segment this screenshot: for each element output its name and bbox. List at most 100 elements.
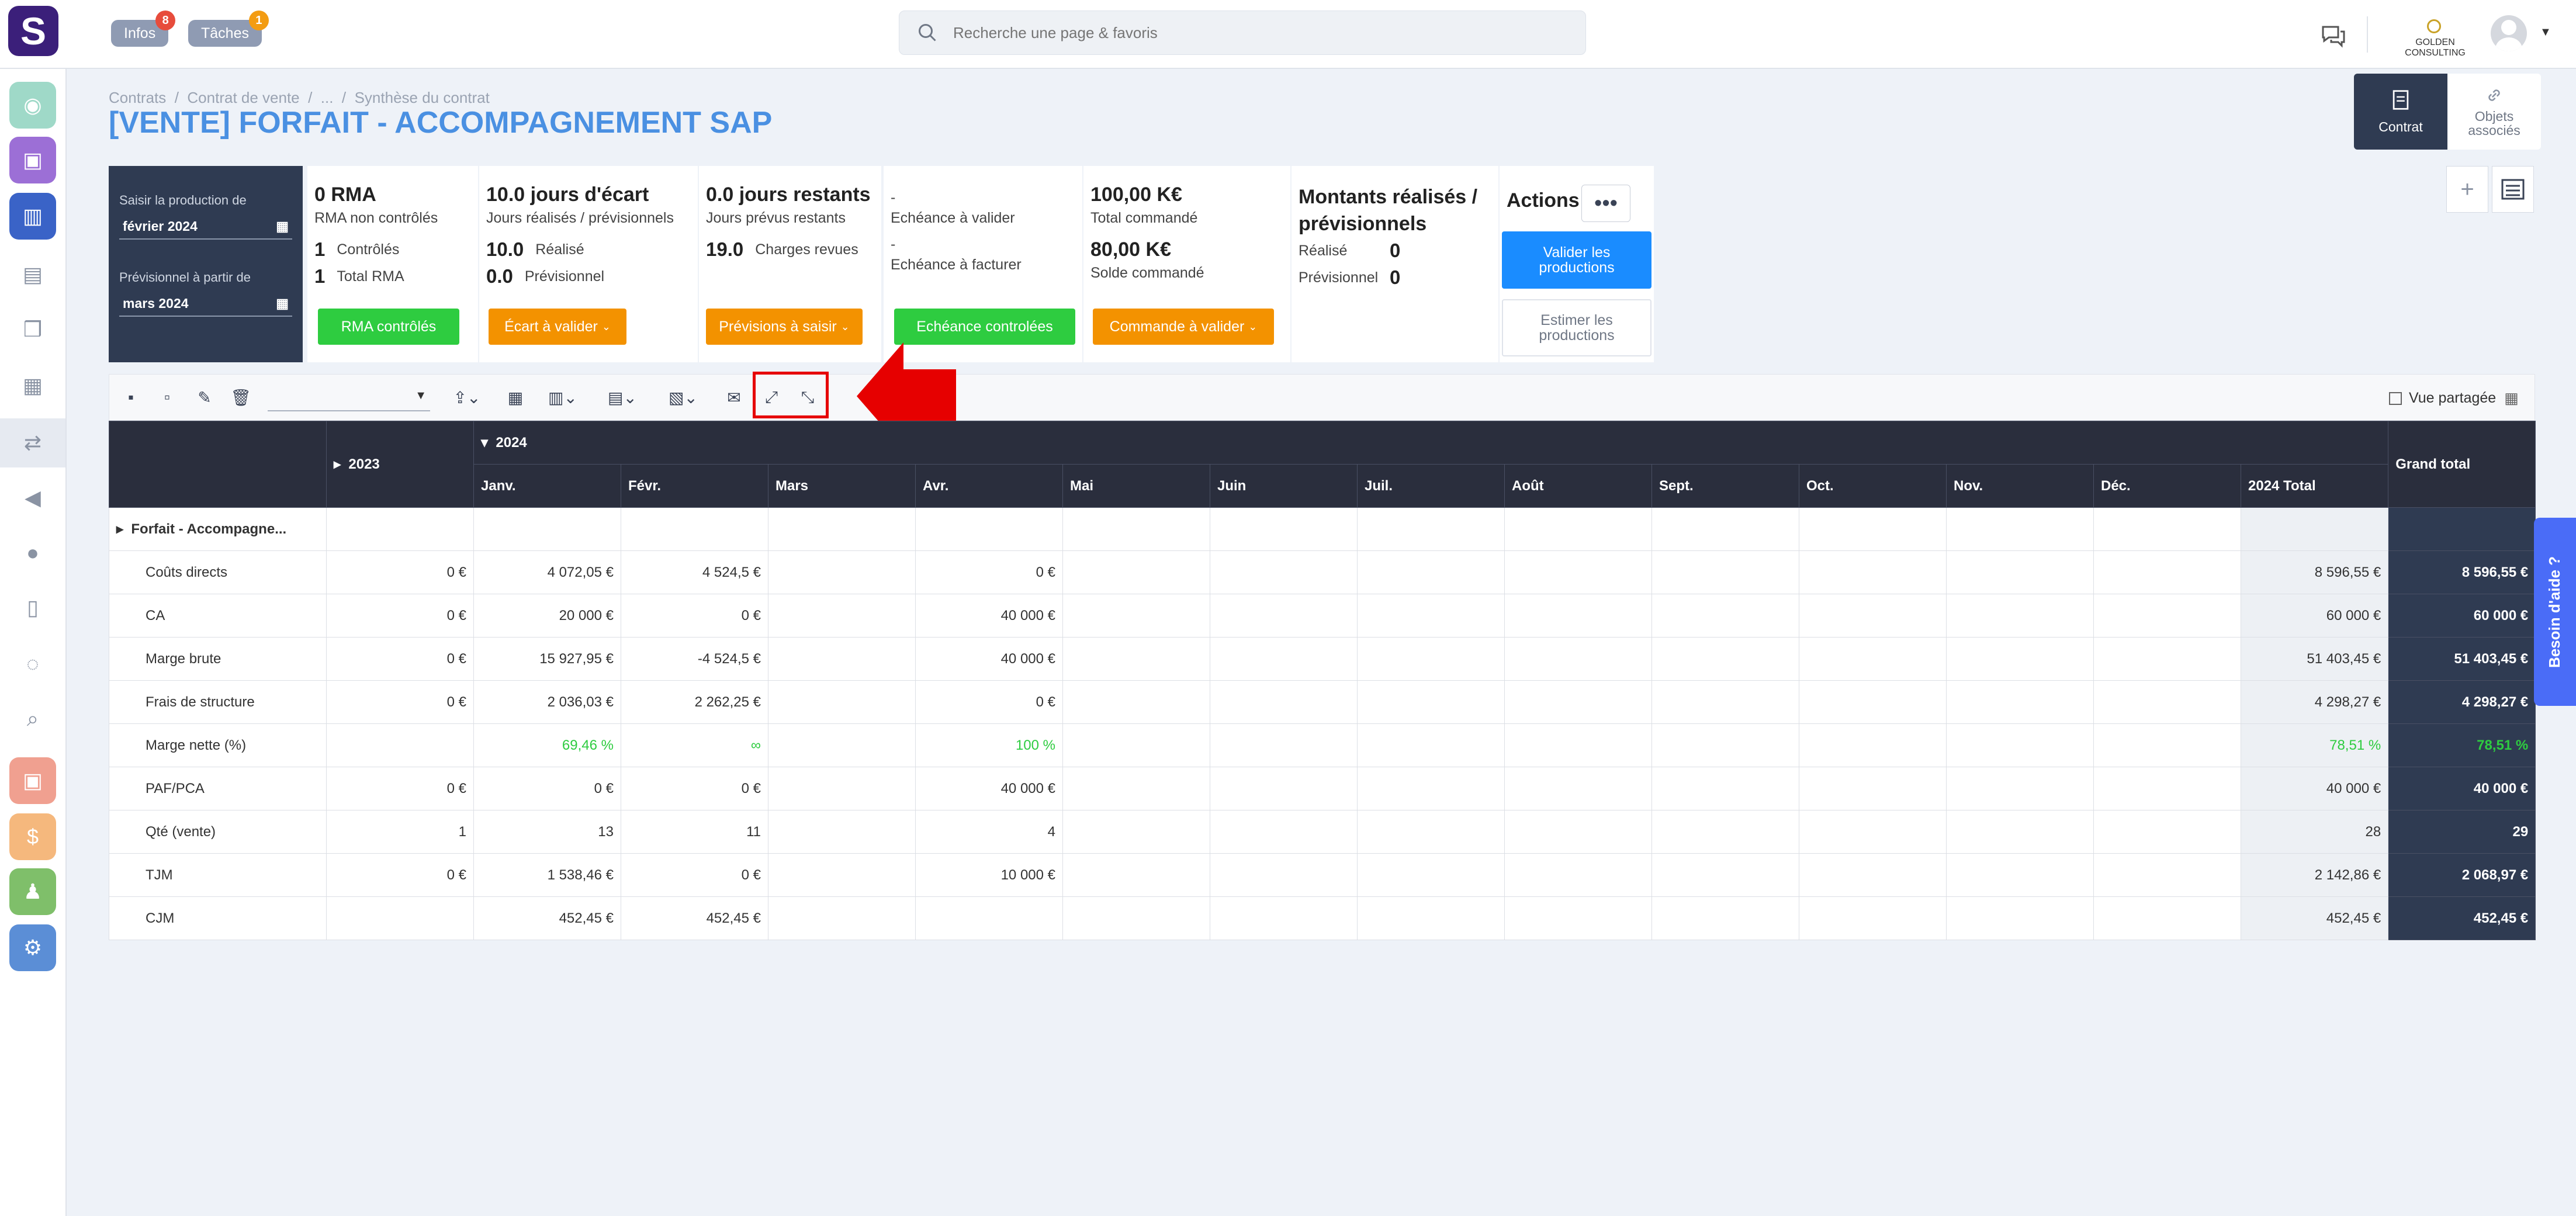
- sidebar-item-analytics[interactable]: ▦: [9, 362, 56, 409]
- ecart-card: 10.0 jours d'écart Jours réalisés / prév…: [479, 166, 698, 362]
- search-bar[interactable]: [899, 11, 1586, 55]
- table-cell: [1357, 810, 1505, 854]
- add-button[interactable]: +: [2446, 166, 2488, 213]
- total-2024-cell: 51 403,45 €: [2240, 637, 2389, 681]
- saisie-date-field[interactable]: février 2024 ▦: [119, 214, 292, 240]
- app-logo[interactable]: S: [8, 6, 58, 56]
- table-cell: [1946, 550, 2094, 594]
- table-cell: [1504, 896, 1652, 940]
- export-icon[interactable]: ⇪⌄: [446, 386, 487, 409]
- columns-icon[interactable]: ▤⌄: [602, 386, 643, 409]
- year-2023-header[interactable]: ▸ 2023: [326, 421, 474, 508]
- sidebar-item-team[interactable]: ♟: [9, 868, 56, 915]
- collapse-icon[interactable]: ⤡: [796, 386, 819, 409]
- sidebar-item-users[interactable]: ●: [9, 529, 56, 576]
- vue-partagee-toggle[interactable]: Vue partagée ▦: [2389, 389, 2519, 407]
- taches-button[interactable]: Tâches 1: [188, 11, 269, 47]
- table-cell: [1799, 853, 1947, 897]
- sidebar-item-documents[interactable]: ❒: [9, 306, 56, 353]
- restants-subtitle: Jours prévus restants: [706, 210, 846, 226]
- delete-icon[interactable]: 🗑: [229, 386, 252, 409]
- sidebar-item-invoices[interactable]: ▯: [9, 584, 56, 631]
- estimer-productions-button[interactable]: Estimer les productions: [1502, 299, 1651, 356]
- table-row: CA 0 €20 000 €0 €40 000 €60 000 €60 000 €: [109, 594, 2536, 638]
- caret-right-icon[interactable]: ▸: [116, 521, 123, 537]
- row-label: CA: [109, 594, 327, 638]
- chart-icon[interactable]: ▥⌄: [542, 386, 583, 409]
- year-2024-header[interactable]: ▾ 2024: [473, 421, 2389, 465]
- table-cell: [1210, 810, 1358, 854]
- table-cell: [1799, 680, 1947, 724]
- group-row-label[interactable]: ▸ Forfait - Accompagne...: [109, 507, 327, 551]
- chat-icon[interactable]: [2319, 23, 2348, 49]
- calendar-icon[interactable]: ▦: [276, 219, 289, 234]
- sidebar-item-calendar[interactable]: ▤: [9, 251, 56, 298]
- sidebar-item-settings[interactable]: ⚙: [9, 924, 56, 971]
- save-icon[interactable]: ▪: [119, 386, 143, 409]
- expand-icon[interactable]: ⤢: [760, 386, 783, 409]
- table-cell: [1210, 507, 1358, 551]
- charges-revues-value: 19.0: [706, 238, 744, 260]
- total-2024-cell: 452,45 €: [2240, 896, 2389, 940]
- table-cell: [1062, 550, 1210, 594]
- table-cell: [768, 810, 916, 854]
- sidebar-item-briefcase[interactable]: ▣: [9, 757, 56, 804]
- more-options-button[interactable]: •••: [1581, 185, 1630, 222]
- previsionnel-date-field[interactable]: mars 2024 ▦: [119, 291, 292, 317]
- table-cell: 1: [326, 810, 474, 854]
- ecart-valider-button[interactable]: Écart à valider ⌄: [489, 309, 626, 345]
- save-as-icon[interactable]: ▫: [155, 386, 179, 409]
- total-commande-value: 100,00 K€: [1090, 183, 1182, 206]
- table-cell: [1357, 507, 1505, 551]
- total-2024-cell: 60 000 €: [2240, 594, 2389, 638]
- valider-productions-button[interactable]: Valider les productions: [1502, 231, 1651, 289]
- sidebar-item-projects[interactable]: ▣: [9, 137, 56, 183]
- caret-down-icon[interactable]: ▾: [481, 435, 488, 451]
- avatar[interactable]: [2491, 15, 2527, 51]
- tab-objets-label: Objets associés: [2468, 109, 2520, 138]
- caret-right-icon[interactable]: ▸: [334, 456, 341, 472]
- table-cell: [1799, 810, 1947, 854]
- previsions-saisir-button[interactable]: Prévisions à saisir ⌄: [706, 309, 863, 345]
- sidebar-item-contracts[interactable]: ⇄: [9, 420, 56, 466]
- month-header: Avr.: [915, 464, 1063, 508]
- tab-contrat[interactable]: Contrat: [2354, 74, 2447, 150]
- ecart-realise-value: 10.0: [486, 238, 524, 260]
- sidebar-item-dashboard[interactable]: ◉: [9, 82, 56, 129]
- breadcrumb: Contrats / Contrat de vente / ... / Synt…: [109, 89, 490, 107]
- sidebar-item-reports[interactable]: ▥: [9, 193, 56, 240]
- tab-objets-associes[interactable]: Objets associés: [2447, 74, 2541, 150]
- view-select[interactable]: ▼: [268, 383, 430, 411]
- table-icon[interactable]: ▦: [504, 386, 527, 409]
- infos-button[interactable]: Infos 8: [111, 11, 176, 47]
- table-cell: [1357, 896, 1505, 940]
- table-cell: [1946, 594, 2094, 638]
- layout-icon[interactable]: ▧⌄: [663, 386, 704, 409]
- month-header: Sept.: [1651, 464, 1799, 508]
- vue-partagee-checkbox[interactable]: [2389, 392, 2402, 405]
- notes-icon[interactable]: ✉: [722, 386, 746, 409]
- breadcrumb-ellipsis[interactable]: ...: [321, 89, 334, 106]
- echeance-valider-label: Echéance à valider: [891, 210, 1015, 226]
- commande-valider-button[interactable]: Commande à valider ⌄: [1093, 309, 1274, 345]
- table-cell: [2388, 507, 2536, 551]
- breadcrumb-contrats[interactable]: Contrats: [109, 89, 166, 106]
- table-cell: [1651, 767, 1799, 810]
- grid-settings-icon[interactable]: ▦: [2504, 389, 2519, 407]
- breadcrumb-contrat-vente[interactable]: Contrat de vente: [187, 89, 299, 106]
- sidebar-item-search[interactable]: ⌕: [9, 695, 56, 742]
- sidebar-item-billing[interactable]: $: [9, 813, 56, 860]
- sidebar-item-back[interactable]: ◀: [9, 474, 56, 521]
- search-input[interactable]: [953, 23, 1479, 42]
- rma-controles-button[interactable]: RMA contrôlés: [318, 309, 459, 345]
- saisie-label: Saisir la production de: [119, 193, 247, 207]
- list-view-button[interactable]: [2492, 166, 2534, 213]
- help-button[interactable]: Besoin d'aide ?: [2534, 518, 2576, 706]
- chevron-down-icon[interactable]: ▼: [2540, 26, 2551, 39]
- edit-icon[interactable]: ✎: [193, 386, 216, 409]
- sidebar-item-finance[interactable]: ◌: [9, 640, 56, 687]
- table-cell: 0 €: [915, 680, 1063, 724]
- echeance-controlees-button[interactable]: Echéance controlées: [894, 309, 1075, 345]
- calendar-icon[interactable]: ▦: [276, 296, 289, 311]
- table-cell: 0 €: [621, 767, 768, 810]
